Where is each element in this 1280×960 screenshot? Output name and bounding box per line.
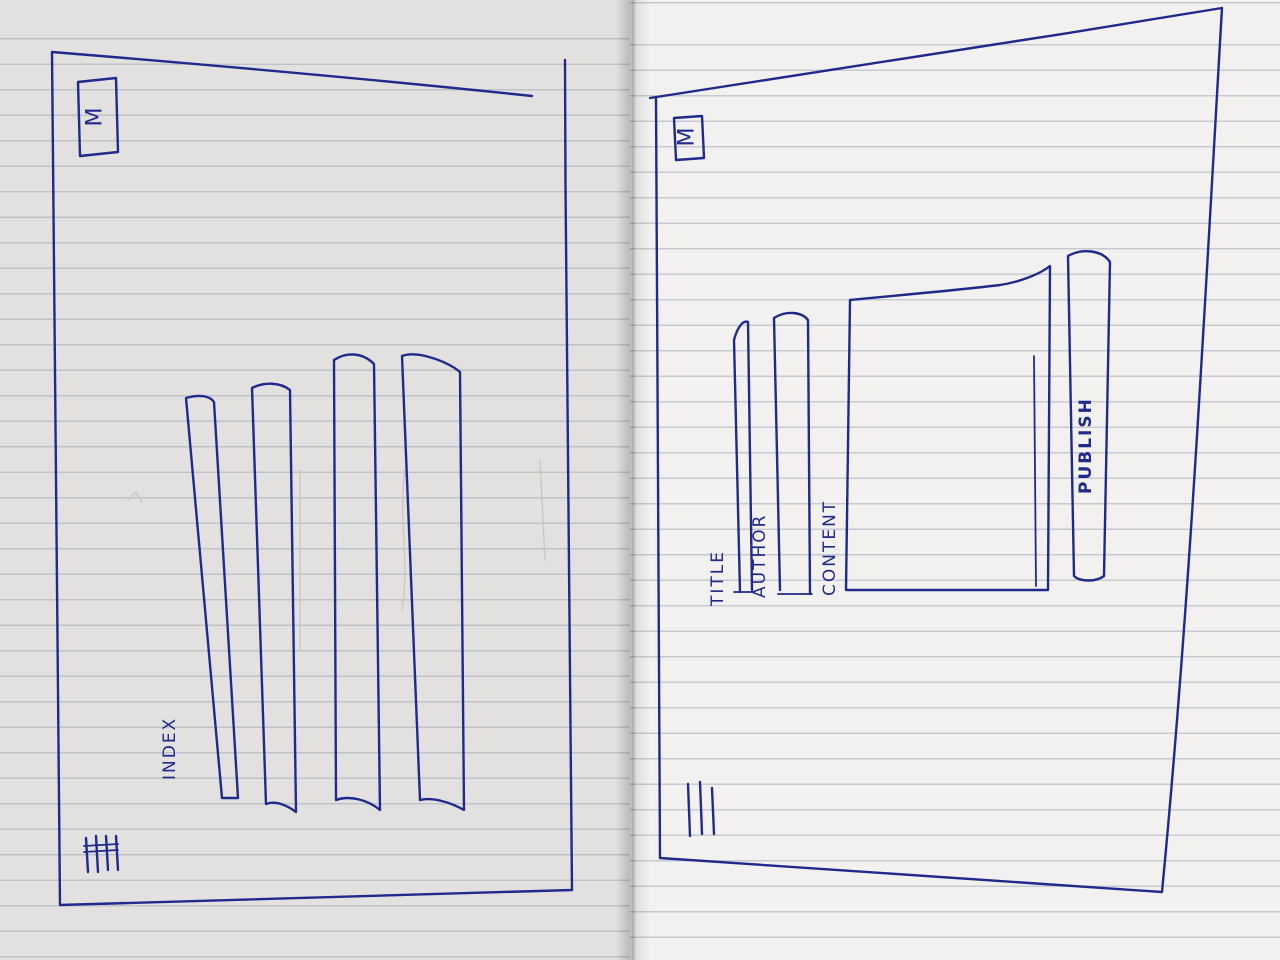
left-menu-icon — [83, 834, 120, 874]
left-bar-3 — [332, 353, 382, 812]
ghost-strokes — [127, 459, 546, 651]
content-box — [844, 264, 1052, 592]
author-label: AUTHOR — [750, 513, 770, 598]
title-label: TITLE — [708, 550, 728, 606]
left-index-label: INDEX — [160, 716, 180, 780]
right-logo-letter: M — [674, 127, 700, 147]
right-menu-icon — [686, 780, 716, 838]
notebook-page-left: M INDEX — [0, 0, 630, 960]
notebook-spine — [616, 0, 650, 960]
publish-label: PUBLISH — [1076, 397, 1096, 494]
content-scrollbar — [1033, 355, 1037, 587]
left-logo-letter: M — [82, 107, 108, 127]
left-bar-4 — [400, 353, 466, 812]
left-bar-2 — [250, 382, 298, 814]
left-index-bar — [184, 394, 240, 800]
left-wireframe-sketch — [50, 50, 574, 907]
author-field — [772, 311, 812, 596]
content-label: CONTENT — [820, 499, 840, 596]
right-wireframe-sketch — [648, 6, 1224, 894]
notebook-page-right: M TITLE AUTHOR CONTENT PUBLISH — [630, 0, 1280, 960]
left-frame — [50, 50, 574, 907]
